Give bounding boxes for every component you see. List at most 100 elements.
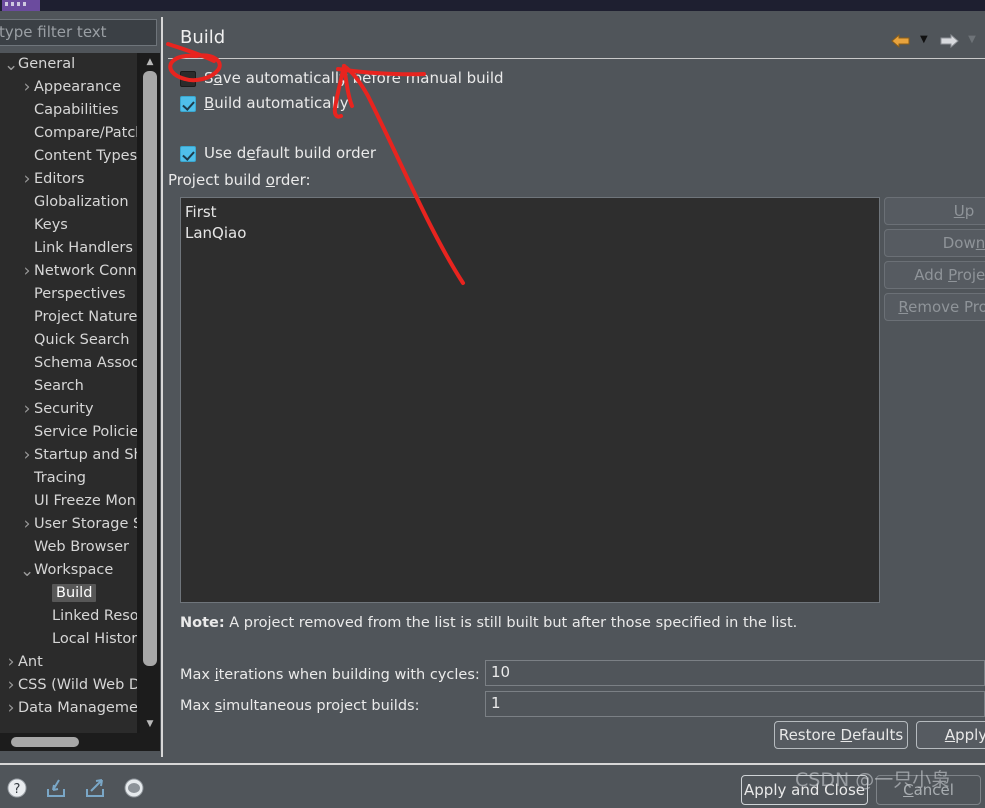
tree-vscroll-thumb[interactable]	[143, 71, 157, 666]
help-icon[interactable]: ?	[6, 777, 28, 799]
label-part-after: ancel	[913, 781, 954, 799]
max-iterations-label: Max iterations when building with cycles…	[180, 667, 480, 683]
sidebar-item-label: Build	[52, 584, 97, 602]
label-part-before: Project build	[168, 171, 266, 189]
sidebar-item-tracing[interactable]: Tracing	[0, 467, 145, 490]
label-mnemonic: R	[898, 298, 909, 316]
sidebar-item-schema-associations[interactable]: Schema Associations	[0, 352, 160, 375]
sidebar-item-globalization[interactable]: Globalization	[0, 191, 145, 214]
sidebar-item-service-policies[interactable]: Service Policies	[0, 421, 146, 444]
sidebar-item-capabilities[interactable]: Capabilities	[0, 99, 145, 122]
sidebar-item-build[interactable]: Build	[0, 582, 145, 605]
label-mnemonic: B	[204, 94, 215, 112]
label-part-after: pply	[955, 726, 985, 744]
chevron-right-icon[interactable]: ›	[4, 697, 18, 720]
label-mnemonic: a	[213, 69, 223, 87]
sidebar-item-ant[interactable]: › Ant	[0, 651, 145, 674]
label-part-after: imultaneous project builds:	[222, 698, 420, 714]
use-default-build-order-checkbox[interactable]	[180, 146, 196, 162]
sidebar-item-label: Search	[34, 378, 84, 394]
sidebar-item-css-wild-web-devel[interactable]: ›CSS (Wild Web Devel...	[0, 674, 160, 697]
page-title: Build	[180, 27, 226, 48]
label-part-after: ve automatically before manual build	[222, 69, 504, 87]
label-part-before: Restore	[778, 726, 841, 744]
chevron-down-icon[interactable]: ⌄	[20, 562, 34, 579]
max-simultaneous-input[interactable]: 1	[485, 691, 985, 717]
list-item[interactable]: First	[185, 202, 879, 223]
sidebar-item-project-natures[interactable]: Project Natures	[0, 306, 145, 329]
sidebar-item-label: Service Policies	[34, 424, 146, 440]
filter-text-input[interactable]: type filter text	[0, 19, 157, 46]
sidebar-item-quick-search[interactable]: Quick Search	[0, 329, 145, 352]
sidebar-item-general[interactable]: ⌄General	[0, 53, 145, 76]
sidebar-item-label: Workspace	[34, 562, 114, 578]
project-build-order-list[interactable]: First LanQiao	[180, 197, 880, 603]
forward-chevron-down-icon[interactable]: ▼	[965, 34, 979, 45]
chevron-right-icon[interactable]: ›	[20, 76, 34, 99]
preferences-tree[interactable]: ⌄General › Appearance Capabilities Compare/P…	[0, 53, 160, 733]
sidebar-item-data-management[interactable]: › Data Management	[0, 697, 153, 720]
sidebar-item-security[interactable]: › Security	[0, 398, 145, 421]
max-simultaneous-label: Max simultaneous project builds:	[180, 698, 419, 714]
label-part-after: uild automatically	[214, 94, 349, 112]
back-chevron-down-icon[interactable]: ▼	[917, 34, 931, 45]
label-mnemonic: n	[975, 234, 985, 252]
sidebar-item-network-connections[interactable]: ›Network Connections	[0, 260, 160, 283]
remove-project-button[interactable]: Remove Project...	[884, 293, 985, 321]
save-automatically-checkbox[interactable]	[180, 71, 196, 87]
preferences-sidebar: type filter text ⌄General › Appearance Capa…	[0, 11, 160, 751]
sidebar-item-keys[interactable]: Keys	[0, 214, 145, 237]
down-button[interactable]: Down	[884, 229, 985, 257]
chevron-right-icon[interactable]: ›	[20, 398, 34, 421]
max-iterations-input[interactable]: 10	[485, 660, 985, 686]
chevron-right-icon[interactable]: ›	[20, 513, 34, 536]
label-mnemonic: U	[953, 202, 965, 220]
cancel-button[interactable]: Cancel	[876, 775, 981, 805]
chevron-right-icon[interactable]: ›	[4, 674, 18, 697]
apply-button[interactable]: Apply	[916, 721, 985, 749]
sidebar-item-appearance[interactable]: › Appearance	[0, 76, 145, 99]
tree-hscroll-thumb[interactable]	[11, 737, 79, 747]
os-top-chip	[2, 0, 40, 11]
sidebar-item-editors[interactable]: › Editors	[0, 168, 145, 191]
add-project-button[interactable]: Add Project...	[884, 261, 985, 289]
sidebar-item-link-handlers[interactable]: Link Handlers	[0, 237, 145, 260]
label-mnemonic: e	[246, 144, 256, 162]
tree-horizontal-scrollbar[interactable]	[0, 733, 160, 751]
arrow-left-icon[interactable]	[890, 30, 912, 49]
sidebar-item-ui-freeze-monitoring[interactable]: UI Freeze Monitoring	[0, 490, 160, 513]
sidebar-item-workspace[interactable]: ⌄Workspace	[0, 559, 145, 582]
sidebar-item-user-storage-service[interactable]: ›User Storage Service	[0, 513, 160, 536]
build-automatically-checkbox[interactable]	[180, 96, 196, 112]
tree-vertical-scrollbar[interactable]: ▲ ▼	[140, 53, 160, 733]
sidebar-item-perspectives[interactable]: Perspectives	[0, 283, 145, 306]
chevron-right-icon[interactable]: ›	[20, 168, 34, 191]
label-part-before: S	[204, 69, 214, 87]
export-icon[interactable]	[84, 777, 106, 799]
apply-and-close-button[interactable]: Apply and Close	[741, 775, 868, 805]
sidebar-item-startup-and-shutdown[interactable]: ›Startup and Shutdown	[0, 444, 160, 467]
scroll-up-icon[interactable]: ▲	[143, 55, 157, 69]
footer-icon-bar: ?	[6, 777, 157, 799]
label-part-after: emove Project...	[908, 298, 985, 316]
sidebar-item-label: Security	[34, 401, 94, 417]
restore-defaults-button[interactable]: Restore Defaults	[774, 721, 908, 749]
sidebar-item-compare-patch[interactable]: Compare/Patch	[0, 122, 145, 145]
sidebar-item-content-types[interactable]: Content Types	[0, 145, 145, 168]
import-icon[interactable]	[45, 777, 67, 799]
chevron-right-icon[interactable]: ›	[20, 444, 34, 467]
scroll-down-icon[interactable]: ▼	[143, 717, 157, 731]
sidebar-item-web-browser[interactable]: Web Browser	[0, 536, 145, 559]
sidebar-item-search[interactable]: Search	[0, 375, 145, 398]
disc-icon[interactable]	[123, 777, 145, 799]
sidebar-item-local-history[interactable]: Local History	[0, 628, 146, 651]
label-part-after: roject...	[956, 266, 985, 284]
chevron-down-icon[interactable]: ⌄	[4, 56, 18, 73]
svg-text:?: ?	[14, 782, 21, 797]
sidebar-item-linked-resources[interactable]: Linked Resources	[0, 605, 160, 628]
chevron-right-icon[interactable]: ›	[20, 260, 34, 283]
up-button[interactable]: Up	[884, 197, 985, 225]
arrow-right-icon[interactable]	[938, 30, 960, 49]
list-item[interactable]: LanQiao	[185, 223, 879, 244]
chevron-right-icon[interactable]: ›	[4, 651, 18, 674]
